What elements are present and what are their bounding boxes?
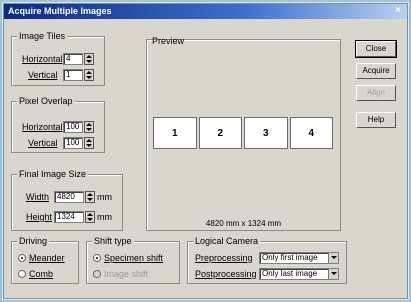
shift-type-legend: Shift type xyxy=(92,236,134,246)
height-spinner[interactable] xyxy=(85,211,95,223)
preview-tile-4: 4 xyxy=(289,117,333,149)
preview-tile-1: 1 xyxy=(153,117,197,149)
chevron-down-icon[interactable] xyxy=(328,269,338,279)
chevron-down-icon[interactable] xyxy=(328,253,338,263)
image-shift-radio[interactable] xyxy=(93,270,101,278)
preview-size-readout: 4820 mm x 1324 mm xyxy=(205,219,282,228)
width-label: Width xyxy=(26,192,50,202)
width-spinner[interactable] xyxy=(85,191,95,203)
preview-tile-3: 3 xyxy=(244,117,288,149)
height-unit: mm xyxy=(97,212,112,222)
tiles-vertical-input[interactable]: 1 xyxy=(63,69,83,81)
tiles-horizontal-input[interactable]: 4 xyxy=(63,53,83,65)
window-title: Acquire Multiple Images xyxy=(8,6,112,16)
meander-radio[interactable] xyxy=(18,254,26,262)
tiles-horizontal-label: Horizontal xyxy=(22,54,63,64)
overlap-vertical-spinner[interactable] xyxy=(84,137,94,149)
overlap-horizontal-spinner[interactable] xyxy=(84,121,94,133)
preprocessing-select[interactable]: Only first image xyxy=(259,252,339,264)
driving-legend: Driving xyxy=(17,236,50,246)
preprocessing-value: Only first image xyxy=(262,253,318,262)
comb-radio[interactable] xyxy=(18,270,26,278)
width-input[interactable]: 4820 xyxy=(54,191,84,203)
overlap-horizontal-label: Horizontal xyxy=(22,122,63,132)
comb-label[interactable]: Comb xyxy=(29,269,53,280)
preview-tiles: 1 2 3 4 xyxy=(153,117,333,149)
specimen-shift-label[interactable]: Specimen shift xyxy=(104,253,163,264)
overlap-vertical-input[interactable]: 100 xyxy=(63,137,83,149)
pixel-overlap-legend: Pixel Overlap xyxy=(17,96,75,106)
help-button[interactable]: Help xyxy=(356,112,396,128)
title-bar[interactable]: Acquire Multiple Images × xyxy=(4,4,407,19)
height-input[interactable]: 1324 xyxy=(54,211,84,223)
postprocessing-value: Only last image xyxy=(262,269,318,278)
close-button[interactable]: Close xyxy=(355,40,397,58)
tiles-vertical-spinner[interactable] xyxy=(84,69,94,81)
overlap-horizontal-input[interactable]: 100 xyxy=(63,121,83,133)
align-button[interactable]: Align xyxy=(356,85,396,101)
preview-label: Preview xyxy=(152,36,185,46)
acquire-button[interactable]: Acquire xyxy=(356,63,396,79)
preprocessing-label: Preprocessing xyxy=(195,253,253,263)
postprocessing-select[interactable]: Only last image xyxy=(259,268,339,280)
logical-camera-legend: Logical Camera xyxy=(193,236,261,246)
postprocessing-label: Postprocessing xyxy=(195,269,257,279)
specimen-shift-radio[interactable] xyxy=(93,254,101,262)
tiles-vertical-label: Vertical xyxy=(28,70,58,80)
overlap-vertical-label: Vertical xyxy=(28,138,58,148)
image-shift-label[interactable]: Image shift xyxy=(104,269,148,280)
tiles-horizontal-spinner[interactable] xyxy=(84,53,94,65)
width-unit: mm xyxy=(97,192,112,202)
close-icon[interactable]: × xyxy=(392,5,404,17)
final-image-size-legend: Final Image Size xyxy=(17,169,89,179)
acquire-multiple-images-dialog: Acquire Multiple Images × Image Tiles Ho… xyxy=(3,3,408,299)
preview-tile-2: 2 xyxy=(198,117,242,149)
image-tiles-legend: Image Tiles xyxy=(17,31,68,41)
meander-label[interactable]: Meander xyxy=(29,253,65,264)
height-label: Height xyxy=(26,212,53,222)
